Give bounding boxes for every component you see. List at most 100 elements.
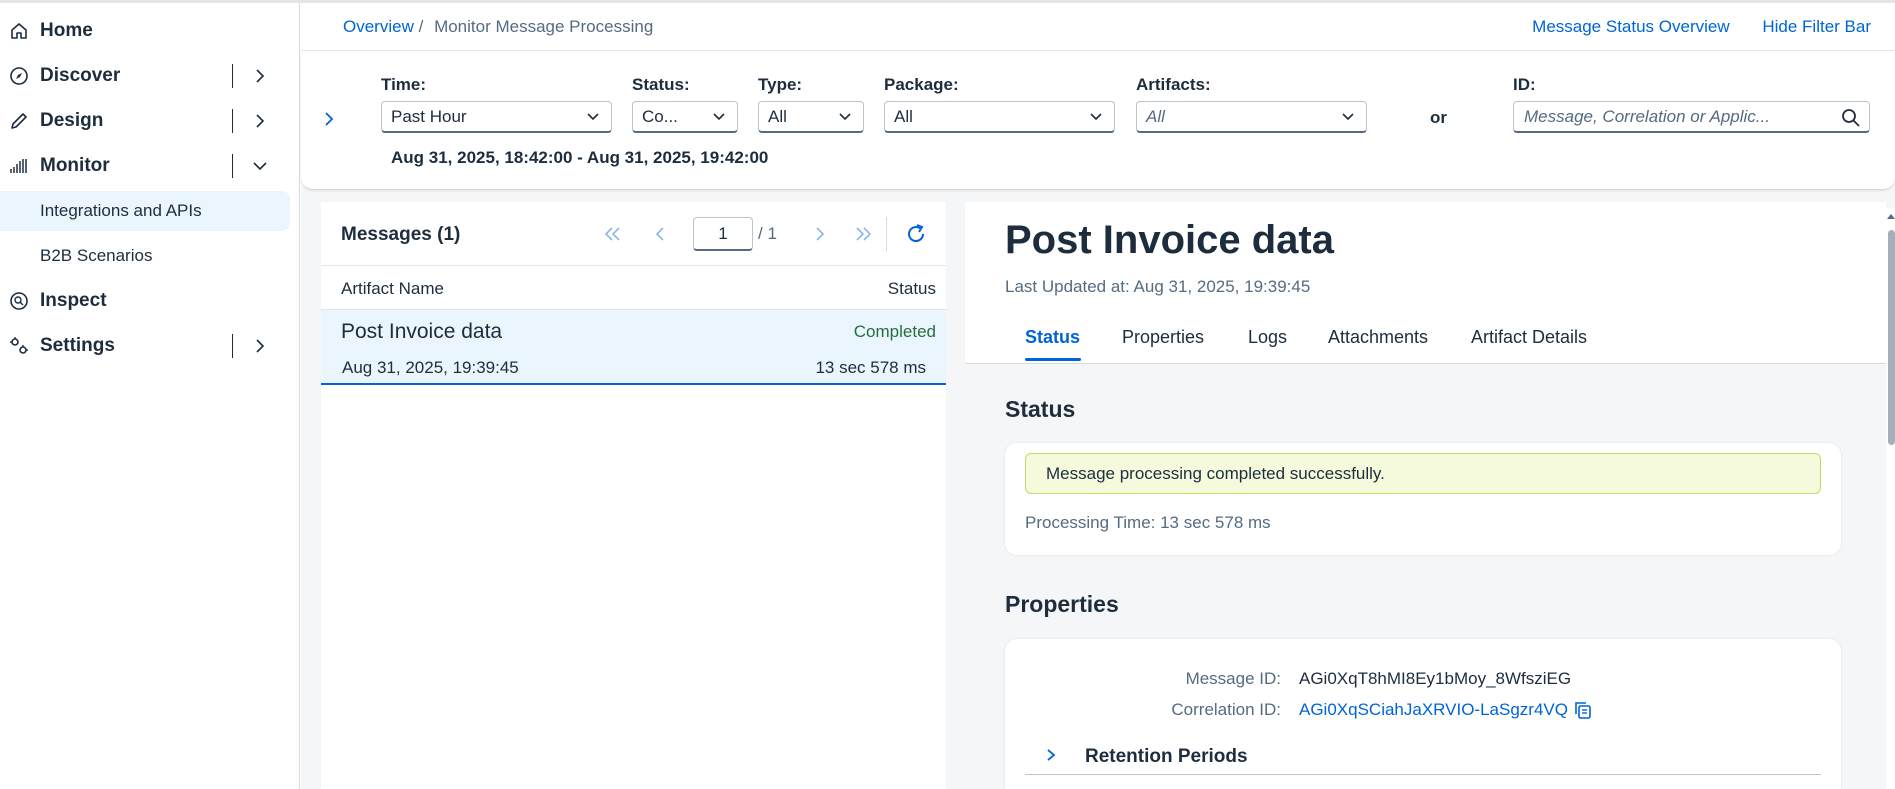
detail-scrollbar[interactable] — [1886, 208, 1895, 789]
subitem-label: Integrations and APIs — [40, 201, 202, 220]
messages-toolbar: Messages (1) / 1 — [321, 202, 946, 266]
page-total: / 1 — [758, 224, 777, 243]
column-artifact-name[interactable]: Artifact Name — [341, 279, 444, 299]
previous-page-icon[interactable] — [649, 222, 673, 246]
chevron-down-icon — [713, 113, 725, 121]
message-status: Completed — [853, 322, 936, 341]
main-content: Overview / Monitor Message Processing Me… — [301, 3, 1895, 789]
package-value: All — [894, 106, 913, 126]
message-artifact-name: Post Invoice data — [341, 320, 503, 343]
nav-divider — [232, 154, 233, 178]
home-icon — [9, 21, 29, 41]
message-detail: Post Invoice data Last Updated at: Aug 3… — [965, 202, 1886, 789]
status-card: Message processing completed successfull… — [1005, 443, 1841, 555]
artifacts-select[interactable]: All — [1136, 101, 1367, 133]
message-status-overview-link[interactable]: Message Status Overview — [1532, 17, 1729, 36]
nav-divider — [232, 334, 233, 358]
nav-item-design[interactable]: Design — [0, 99, 300, 143]
last-page-icon[interactable] — [851, 222, 875, 246]
nav-item-home[interactable]: Home — [0, 9, 300, 53]
breadcrumb-current: Monitor Message Processing — [434, 17, 654, 36]
nav-item-settings[interactable]: Settings — [0, 324, 300, 368]
success-message-text: Message processing completed successfull… — [1046, 464, 1385, 483]
filter-bar: Time: Past Hour Status: Co... Type: All … — [301, 50, 1895, 190]
nav-label-discover: Discover — [40, 65, 121, 86]
expand-filter-icon[interactable] — [319, 109, 339, 129]
time-range-text: Aug 31, 2025, 18:42:00 - Aug 31, 2025, 1… — [391, 148, 769, 167]
nav-label-inspect: Inspect — [40, 290, 107, 311]
page-header: Overview / Monitor Message Processing Me… — [301, 3, 1895, 50]
tab-status[interactable]: Status — [1025, 327, 1080, 348]
breadcrumb-separator: / — [418, 17, 424, 36]
next-page-icon[interactable] — [807, 222, 831, 246]
tab-attachments[interactable]: Attachments — [1328, 327, 1428, 348]
search-icon[interactable] — [1841, 108, 1861, 128]
hide-filter-bar-link[interactable]: Hide Filter Bar — [1762, 17, 1871, 36]
column-status[interactable]: Status — [888, 279, 936, 299]
scroll-up-arrow-icon[interactable] — [1887, 212, 1895, 220]
tab-artifact-details[interactable]: Artifact Details — [1471, 327, 1587, 348]
nav-label-monitor: Monitor — [40, 155, 110, 176]
correlation-id-link[interactable]: AGi0XqSCiahJaXRVIO-LaSgzr4VQ — [1299, 700, 1568, 720]
messages-column-header: Artifact Name Status — [321, 266, 946, 310]
scrollbar-thumb[interactable] — [1888, 230, 1895, 445]
chevron-down-icon — [587, 113, 599, 121]
chevron-right-icon[interactable] — [250, 66, 270, 86]
time-select[interactable]: Past Hour — [381, 101, 612, 133]
chevron-down-icon — [1342, 113, 1354, 121]
compass-icon — [9, 66, 29, 86]
type-label: Type: — [758, 75, 803, 94]
subitem-label: B2B Scenarios — [40, 246, 153, 265]
messages-panel: Messages (1) / 1 Artifact Name Status Po… — [321, 202, 946, 789]
artifacts-label: Artifacts: — [1136, 75, 1211, 94]
sidebar-subitem-b2b[interactable]: B2B Scenarios — [0, 236, 290, 276]
artifacts-value: All — [1146, 106, 1165, 126]
nav-divider — [232, 109, 233, 133]
status-section-heading: Status — [1005, 396, 1076, 422]
copy-icon[interactable] — [1573, 700, 1593, 720]
tab-properties[interactable]: Properties — [1122, 327, 1204, 348]
detail-header: Post Invoice data Last Updated at: Aug 3… — [965, 202, 1886, 364]
nav-label-settings: Settings — [40, 335, 115, 356]
success-message-strip: Message processing completed successfull… — [1025, 453, 1821, 494]
pencil-icon — [9, 111, 29, 131]
nav-item-inspect[interactable]: Inspect — [0, 279, 300, 323]
chevron-right-icon — [1047, 749, 1056, 761]
chevron-down-icon — [1090, 113, 1102, 121]
message-id-value: AGi0XqT8hMI8Ey1bMoy_8WfsziEG — [1299, 669, 1572, 688]
monitor-chart-icon — [9, 156, 29, 176]
type-value: All — [768, 106, 787, 126]
active-tab-indicator — [1025, 358, 1081, 361]
last-updated: Last Updated at: Aug 31, 2025, 19:39:45 — [1005, 277, 1311, 296]
processing-time: Processing Time: 13 sec 578 ms — [1025, 513, 1271, 532]
retention-periods-panel[interactable]: Retention Periods — [1025, 739, 1821, 775]
breadcrumb-link-overview[interactable]: Overview — [343, 17, 414, 36]
id-search-field[interactable] — [1513, 101, 1870, 133]
package-select[interactable]: All — [884, 101, 1115, 133]
tab-logs[interactable]: Logs — [1248, 327, 1287, 348]
status-value: Co... — [642, 106, 678, 126]
nav-label-design: Design — [40, 110, 104, 131]
sidebar-subitem-integrations[interactable]: Integrations and APIs — [0, 191, 290, 231]
breadcrumb: Overview / Monitor Message Processing — [343, 17, 653, 37]
message-row[interactable]: Post Invoice data Completed Aug 31, 2025… — [321, 310, 946, 385]
nav-item-discover[interactable]: Discover — [0, 54, 300, 98]
nav-item-monitor[interactable]: Monitor — [0, 144, 300, 188]
time-label: Time: — [381, 75, 427, 94]
id-label: ID: — [1513, 75, 1536, 94]
chevron-right-icon[interactable] — [250, 336, 270, 356]
refresh-icon[interactable] — [904, 222, 928, 246]
message-id-label: Message ID: — [1185, 669, 1281, 688]
nav-label-home: Home — [40, 20, 93, 41]
first-page-icon[interactable] — [601, 222, 625, 246]
message-date: Aug 31, 2025, 19:39:45 — [342, 358, 519, 377]
type-select[interactable]: All — [758, 101, 864, 133]
properties-section-heading: Properties — [1005, 591, 1119, 617]
package-label: Package: — [884, 75, 959, 94]
chevron-right-icon[interactable] — [250, 111, 270, 131]
id-search-input[interactable] — [1524, 106, 1824, 128]
or-separator: or — [1430, 108, 1447, 127]
chevron-down-icon[interactable] — [250, 156, 270, 176]
status-select[interactable]: Co... — [632, 101, 738, 133]
page-number-input[interactable] — [693, 217, 753, 251]
